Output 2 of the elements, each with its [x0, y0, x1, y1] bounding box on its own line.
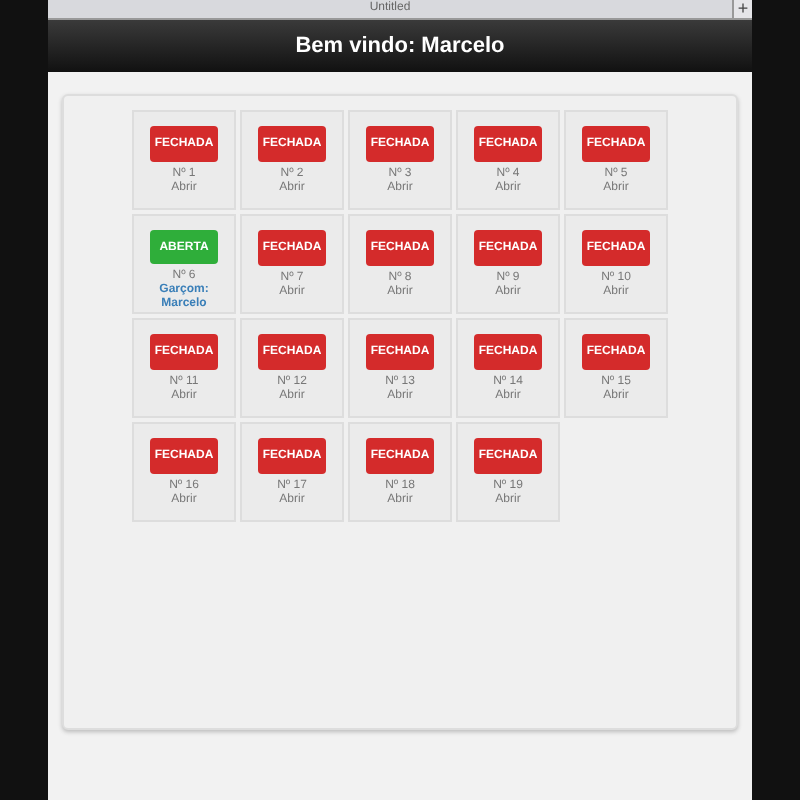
new-tab-button[interactable]: +	[732, 0, 752, 18]
header-title: Bem vindo: Marcelo	[295, 34, 505, 58]
